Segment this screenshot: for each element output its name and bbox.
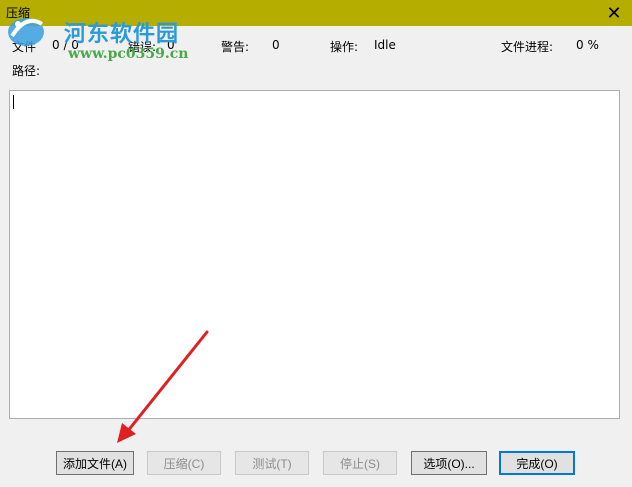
- path-label: 路径:: [12, 64, 41, 78]
- warnings-value: 0: [272, 38, 280, 52]
- done-button[interactable]: 完成(O): [499, 451, 575, 475]
- dialog-body: 文件 0 / 0 错误: 0 警告: 0 操作: Idle 文件进程: 0 % …: [0, 26, 632, 487]
- test-button[interactable]: 测试(T): [235, 451, 309, 475]
- title-bar[interactable]: 压缩 ✕: [0, 0, 632, 26]
- close-icon[interactable]: ✕: [596, 0, 632, 26]
- text-caret: [13, 95, 14, 109]
- stop-button[interactable]: 停止(S): [323, 451, 397, 475]
- errors-value: 0: [167, 38, 175, 52]
- operation-value: Idle: [374, 38, 396, 52]
- warnings-label: 警告:: [221, 40, 250, 54]
- files-label: 文件: [12, 40, 37, 54]
- compress-button[interactable]: 压缩(C): [147, 451, 221, 475]
- files-value: 0 / 0: [52, 38, 79, 52]
- options-button[interactable]: 选项(O)...: [411, 451, 487, 475]
- operation-label: 操作:: [330, 40, 359, 54]
- add-files-button[interactable]: 添加文件(A): [56, 451, 134, 475]
- window-title: 压缩: [6, 6, 31, 20]
- file-progress-label: 文件进程:: [501, 40, 554, 54]
- errors-label: 错误:: [128, 40, 157, 54]
- log-textarea[interactable]: [9, 90, 620, 419]
- compress-dialog: 压缩 ✕ 文件 0 / 0 错误: 0 警告: 0 操作: Idle 文件进程:…: [0, 0, 632, 487]
- file-progress-value: 0 %: [576, 38, 599, 52]
